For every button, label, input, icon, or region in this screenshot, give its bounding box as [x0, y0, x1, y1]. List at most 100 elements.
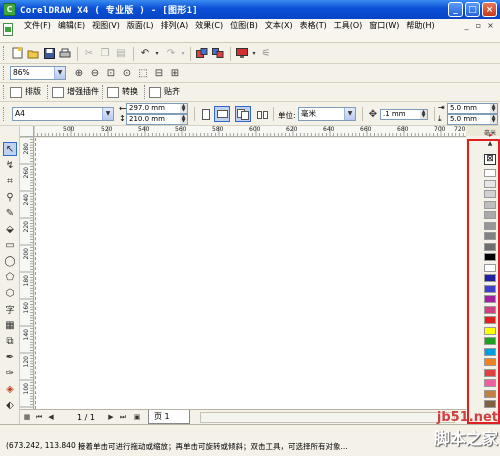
maximize-button[interactable]: □ [465, 2, 480, 17]
rectangle-tool-icon[interactable]: ▭ [3, 238, 17, 252]
paste-icon[interactable]: ▤ [114, 46, 128, 60]
zoom-in-icon[interactable]: ⊕ [72, 66, 86, 80]
layout-button[interactable]: 排版 [10, 85, 41, 99]
print-icon[interactable] [58, 46, 72, 60]
chevron-down-icon[interactable]: ▼ [54, 67, 65, 79]
menu-table[interactable]: 表格(T) [298, 20, 332, 31]
spin-arrows-icon[interactable]: ▲ ▼ [490, 104, 497, 113]
zoom-page-width-icon[interactable]: ⊟ [152, 66, 166, 80]
horizontal-ruler[interactable]: 500 520 540 560 580 600 620 640 660 680 … [34, 126, 466, 137]
next-page-icon[interactable]: ▶ [106, 412, 116, 423]
menu-effects[interactable]: 效果(C) [193, 20, 228, 31]
menu-help[interactable]: 帮助(H) [404, 20, 439, 31]
close-button[interactable]: × [482, 2, 497, 17]
zoom-selected-icon[interactable]: ⊡ [104, 66, 118, 80]
menu-text[interactable]: 文本(X) [263, 20, 298, 31]
pick-tool-icon[interactable]: ↖ [3, 142, 17, 156]
horizontal-scrollbar[interactable] [200, 412, 455, 423]
ruler-label: 100 [23, 383, 30, 395]
minimize-button[interactable]: _ [448, 2, 463, 17]
chevron-down-icon[interactable]: ▼ [102, 108, 113, 120]
ruler-label: 700 [434, 126, 446, 133]
zoom-level-combo[interactable]: 86% ▼ [10, 66, 66, 80]
zoom-out-icon[interactable]: ⊖ [88, 66, 102, 80]
menu-layout[interactable]: 版面(L) [125, 20, 159, 31]
all-pages-icon[interactable] [235, 106, 251, 122]
zoom-page-height-icon[interactable]: ⊞ [168, 66, 182, 80]
zoom-page-icon[interactable]: ⬚ [136, 66, 150, 80]
palette-highlight-frame [467, 139, 500, 424]
page-height-field[interactable]: 210.0 mm ▲ ▼ [126, 114, 188, 125]
menu-arrange[interactable]: 排列(A) [159, 20, 194, 31]
fill-tool-icon[interactable]: ◈ [3, 382, 17, 396]
export-icon[interactable] [211, 46, 225, 60]
freehand-tool-icon[interactable]: ✎ [3, 206, 17, 220]
convert-button[interactable]: 转换 [107, 85, 138, 99]
save-icon[interactable] [42, 46, 56, 60]
duplicate-y-field[interactable]: 5.0 mm ▲ ▼ [447, 114, 498, 125]
menu-window[interactable]: 窗口(W) [367, 20, 404, 31]
spin-arrows-icon[interactable]: ▲ ▼ [180, 115, 187, 124]
eyedropper-tool-icon[interactable]: ✒ [3, 350, 17, 364]
snap-button[interactable]: 贴齐 [149, 85, 180, 99]
redo-dropdown-icon[interactable]: ▾ [176, 46, 190, 60]
copy-icon[interactable]: ❐ [98, 46, 112, 60]
nudge-distance-field[interactable]: .1 mm ▲ ▼ [380, 109, 428, 120]
doc-close-button[interactable]: × [485, 21, 496, 32]
interactive-blend-tool-icon[interactable]: ⧉ [3, 334, 17, 348]
enhance-plugin-button[interactable]: 增强插件 [52, 85, 99, 99]
table-tool-icon[interactable]: ▦ [3, 318, 17, 332]
portrait-icon[interactable] [199, 107, 213, 121]
toolbar-grip[interactable] [3, 46, 6, 60]
current-page-icon[interactable] [256, 107, 270, 121]
last-page-icon[interactable]: ⏭ [118, 412, 128, 423]
coreldraw-app-icon[interactable]: C [3, 3, 16, 16]
duplicate-x-field[interactable]: 5.0 mm ▲ ▼ [447, 103, 498, 114]
new-icon[interactable] [10, 46, 24, 60]
page-tab[interactable]: 页 1 [148, 410, 190, 424]
page-width-field[interactable]: 297.0 mm ▲ ▼ [126, 103, 188, 114]
spin-arrows-icon[interactable]: ▲ ▼ [490, 115, 497, 124]
shape-tool-icon[interactable]: ↯ [3, 158, 17, 172]
landscape-icon[interactable] [214, 106, 230, 122]
doc-minimize-button[interactable]: _ [461, 21, 472, 32]
import-icon[interactable] [195, 46, 209, 60]
menu-view[interactable]: 视图(V) [90, 20, 125, 31]
toolbar-grip[interactable] [3, 66, 6, 80]
undo-dropdown-icon[interactable]: ▾ [150, 46, 164, 60]
outline-tool-icon[interactable]: ✑ [3, 366, 17, 380]
interactive-fill-tool-icon[interactable]: ⬖ [3, 398, 17, 412]
menu-tools[interactable]: 工具(O) [332, 20, 368, 31]
doc-restore-button[interactable]: ▫ [473, 21, 484, 32]
paper-size-combo[interactable]: A4 ▼ [12, 107, 114, 121]
spin-arrows-icon[interactable]: ▲ ▼ [180, 104, 187, 113]
palette-flyout-icon[interactable]: ▸ [489, 131, 493, 139]
spin-arrows-icon[interactable]: ▲ ▼ [420, 110, 427, 119]
toolbar-grip[interactable] [3, 107, 6, 121]
ruler-origin[interactable] [20, 126, 34, 137]
zoom-tool-icon[interactable]: ⚲ [3, 190, 17, 204]
document-icon[interactable] [3, 23, 13, 36]
text-tool-icon[interactable]: 字 [3, 302, 17, 316]
units-combo[interactable]: 毫米 ▼ [298, 107, 356, 121]
prev-page-icon[interactable]: ◀ [46, 412, 56, 423]
chevron-down-icon[interactable]: ▼ [344, 108, 355, 120]
open-icon[interactable] [26, 46, 40, 60]
cut-icon[interactable]: ✂ [82, 46, 96, 60]
smart-fill-tool-icon[interactable]: ⬙ [3, 222, 17, 236]
zoom-all-objects-icon[interactable]: ⊙ [120, 66, 134, 80]
page-options-icon[interactable]: ▦ [22, 412, 32, 423]
menu-file[interactable]: 文件(F) [22, 20, 56, 31]
toolbar-grip[interactable] [3, 85, 6, 99]
polygon-tool-icon[interactable]: ⬠ [3, 270, 17, 284]
first-page-icon[interactable]: ⏮ [34, 412, 44, 423]
menu-edit[interactable]: 编辑(E) [56, 20, 90, 31]
vertical-ruler[interactable]: 280 260 240 220 200 180 160 140 120 100 [20, 137, 34, 409]
options-icon[interactable]: ⚟ [259, 46, 273, 60]
basic-shapes-tool-icon[interactable]: ⬡ [3, 286, 17, 300]
menu-bitmaps[interactable]: 位图(B) [228, 20, 263, 31]
add-page-icon[interactable]: ▣ [132, 412, 142, 423]
crop-tool-icon[interactable]: ⌗ [3, 174, 17, 188]
drawing-canvas[interactable] [35, 138, 466, 409]
ellipse-tool-icon[interactable]: ◯ [3, 254, 17, 268]
